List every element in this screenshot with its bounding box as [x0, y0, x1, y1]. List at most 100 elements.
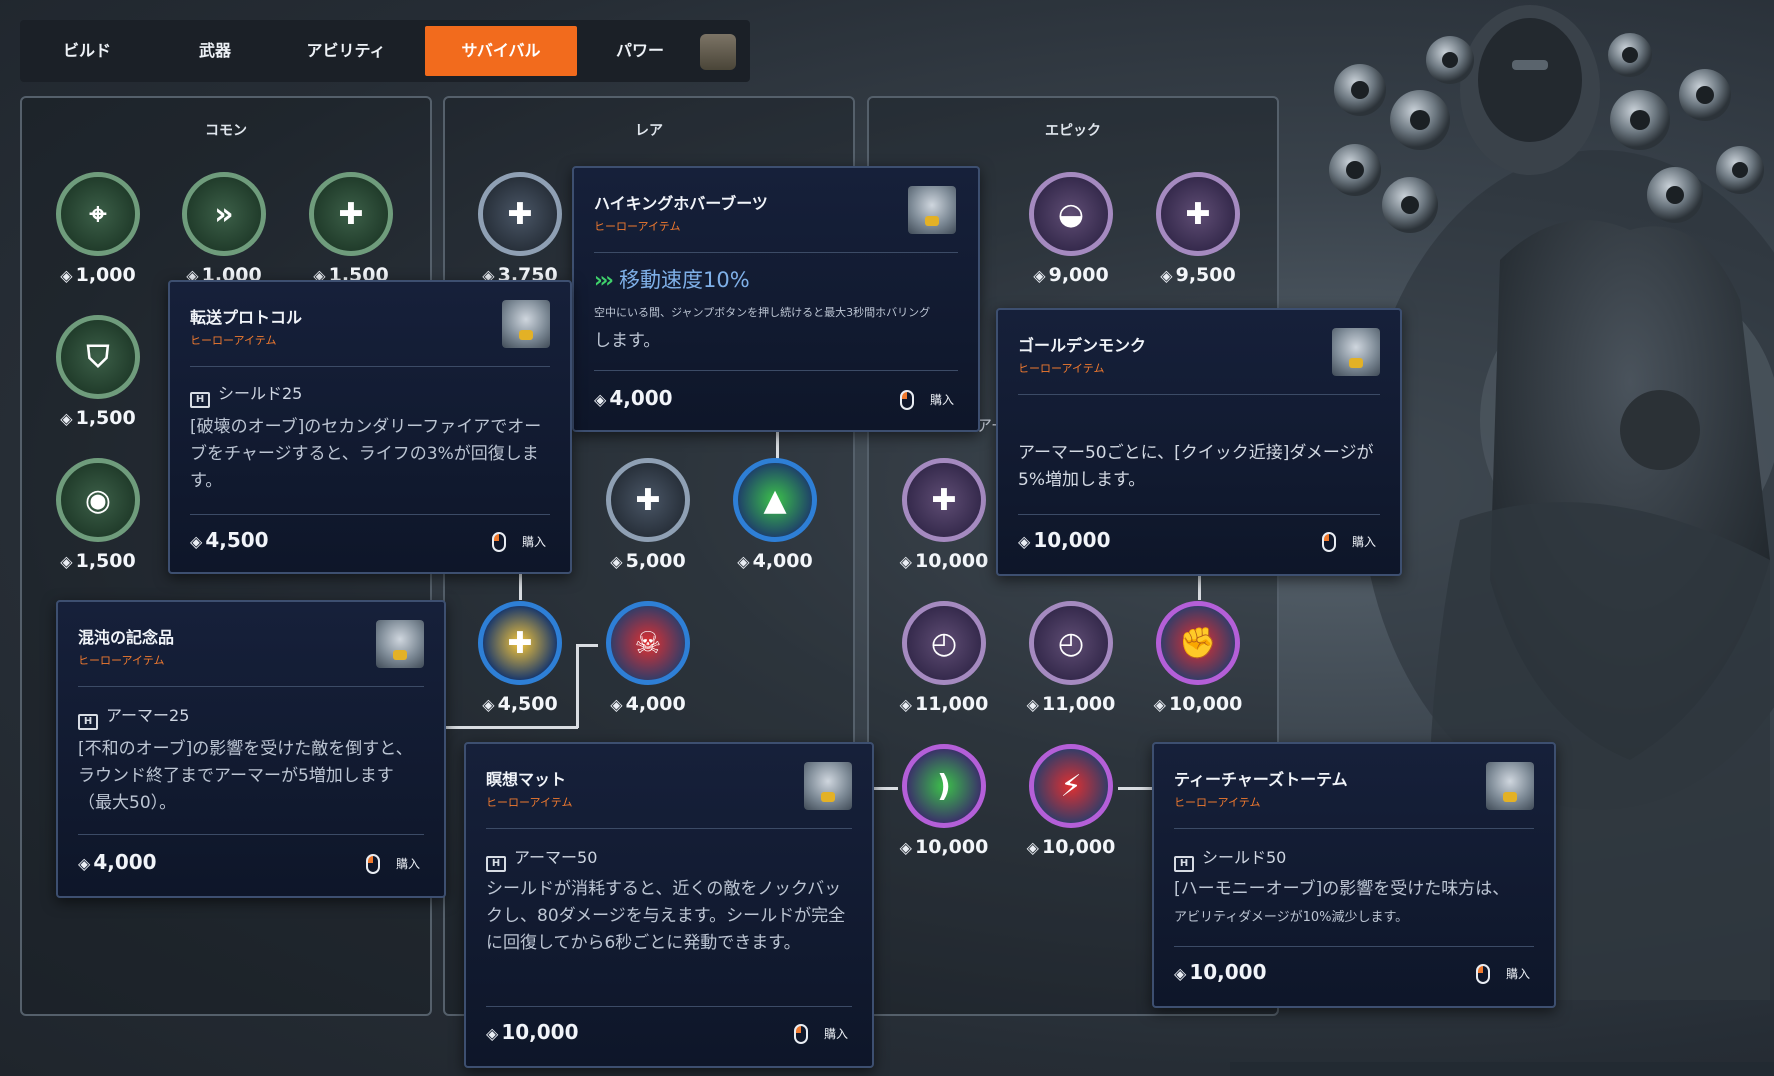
zenyatta-tree-icon: ▲ — [733, 458, 817, 542]
divider — [78, 686, 424, 687]
movement-speed-icon: ››› — [594, 268, 614, 292]
tab-weapon[interactable]: 武器 — [160, 26, 270, 76]
item-description: アーマー50ごとに、[クイック近接]ダメージが5%増加します。 — [1018, 443, 1374, 491]
gem-icon: ◈ — [899, 695, 912, 714]
shield-icon: ⛉ — [56, 315, 140, 399]
hero-portrait-icon — [908, 186, 956, 234]
column-title-epic: エピック — [1045, 123, 1101, 139]
buy-button[interactable]: 購入 — [793, 1024, 848, 1044]
gem-icon: ◈ — [594, 390, 607, 409]
tooltip-hiking-hover-boots[interactable]: ハイキングホバーブーツ ヒーローアイテム ››› 移動速度10% 空中にいる間、ジ… — [572, 166, 980, 432]
triple-shield-icon: ✚ — [606, 458, 690, 542]
item-slot-rare-1[interactable]: ✚ ◈ 3,750 — [474, 172, 566, 292]
item-name: ゴールデンモンク — [1018, 336, 1147, 355]
item-slot-epic-7[interactable]: ) ◈ 10,000 — [898, 744, 990, 864]
divider — [594, 370, 958, 371]
tab-power[interactable]: パワー — [588, 26, 692, 76]
heal-speed-icon: ✚ — [309, 172, 393, 256]
gem-icon: ◈ — [610, 552, 623, 571]
armor-stat-icon: H — [486, 856, 506, 872]
zenyatta-slash-icon: ⚡ — [1029, 744, 1113, 828]
gem-icon: ◈ — [1153, 695, 1166, 714]
item-cost: ◈ 4,500 — [190, 528, 269, 552]
timer-slash-icon: ◴ — [1029, 601, 1113, 685]
gem-icon: ◈ — [1026, 695, 1039, 714]
hero-portrait-icon — [1332, 328, 1380, 376]
item-price: ◈ 9,000 — [1033, 264, 1109, 286]
item-cost: ◈ 10,000 — [1174, 960, 1267, 984]
item-slot-epic-6[interactable]: ✊ ◈ 10,000 — [1152, 601, 1244, 721]
buy-button[interactable]: 購入 — [899, 390, 954, 410]
tooltip-teachers-totem[interactable]: ティーチャーズトーテム ヒーローアイテム H シールド50 [ハーモニーオーブ]の… — [1152, 742, 1556, 1008]
item-price: ◈ 4,500 — [482, 693, 558, 715]
item-slot-common-5[interactable]: ◉ ◈ 1,500 — [52, 458, 144, 578]
divider — [1018, 514, 1380, 515]
shield-stat-icon: H — [190, 392, 210, 408]
connector-line — [442, 726, 578, 729]
tooltip-transfer-protocol[interactable]: 転送プロトコル ヒーローアイテム H シールド25 [破壊のオーブ]のセカンダリー… — [168, 280, 572, 574]
tab-survival[interactable]: サバイバル — [425, 26, 577, 76]
item-slot-rare-5[interactable]: ☠ ◈ 4,000 — [602, 601, 694, 721]
mouse-left-click-icon — [793, 1024, 808, 1044]
column-title-common: コモン — [205, 123, 247, 139]
buy-button[interactable]: 購入 — [365, 854, 420, 874]
item-stat: H アーマー50 — [486, 844, 597, 872]
item-type: ヒーローアイテム — [78, 654, 165, 667]
item-slot-common-3[interactable]: ✚ ◈ 1,500 — [305, 172, 397, 292]
hero-portrait-icon — [1486, 762, 1534, 810]
divider — [1174, 946, 1534, 947]
buy-button[interactable]: 購入 — [1475, 964, 1530, 984]
item-slot-common-2[interactable]: » ◈ 1,000 — [178, 172, 270, 292]
connector-line — [1118, 787, 1154, 790]
item-slot-rare-2[interactable]: ✚ ◈ 5,000 — [602, 458, 694, 578]
gem-icon: ◈ — [610, 695, 623, 714]
connector-line — [578, 644, 598, 647]
item-slot-common-4[interactable]: ⛉ ◈ 1,500 — [52, 315, 144, 435]
item-stat: H アーマー25 — [78, 702, 189, 730]
item-name: ハイキングホバーブーツ — [594, 194, 768, 213]
heal-cycle-icon: ✚ — [478, 172, 562, 256]
mouse-left-click-icon — [491, 532, 506, 552]
item-name: 混沌の記念品 — [78, 628, 175, 647]
category-tab-bar: ビルド 武器 アビリティ サバイバル パワー — [20, 20, 750, 82]
buy-button[interactable]: 購入 — [1321, 532, 1376, 552]
divider — [486, 1006, 852, 1007]
item-slot-epic-5[interactable]: ◴ ◈ 11,000 — [1025, 601, 1117, 721]
gem-icon: ◈ — [60, 266, 73, 285]
item-name: 転送プロトコル — [190, 308, 303, 327]
item-price: ◈ 1,500 — [60, 407, 136, 429]
tooltip-meditation-mat[interactable]: 瞑想マット ヒーローアイテム H アーマー50 シールドが消耗すると、近くの敵をノ… — [464, 742, 874, 1068]
tab-ability[interactable]: アビリティ — [282, 26, 410, 76]
tab-build[interactable]: ビルド — [32, 26, 142, 76]
item-price: ◈ 4,000 — [610, 693, 686, 715]
item-description: [不和のオーブ]の影響を受けた敵を倒すと、ラウンド終了までアーマーが5増加します… — [78, 739, 413, 814]
tooltip-golden-monk[interactable]: ゴールデンモンク ヒーローアイテム アーマー50ごとに、[クイック近接]ダメージ… — [996, 308, 1402, 576]
tooltip-chaos-memento[interactable]: 混沌の記念品 ヒーローアイテム H アーマー25 [不和のオーブ]の影響を受けた敵… — [56, 600, 446, 898]
eye-heal-icon: ◉ — [56, 458, 140, 542]
gem-icon: ◈ — [60, 552, 73, 571]
item-slot-epic-3[interactable]: ✚ ◈ 10,000 — [898, 458, 990, 578]
item-type: ヒーローアイテム — [486, 796, 573, 809]
item-price: ◈ 10,000 — [1153, 693, 1243, 715]
item-price: ◈ 11,000 — [1026, 693, 1116, 715]
teleport-clock-icon: ⌖ — [56, 172, 140, 256]
item-description: [破壊のオーブ]のセカンダリーファイアでオーブをチャージすると、ライフの3%が回… — [190, 417, 542, 492]
connector-line — [576, 644, 579, 728]
item-slot-rare-3[interactable]: ▲ ◈ 4,000 — [729, 458, 821, 578]
item-slot-epic-2[interactable]: ✚ ◈ 9,500 — [1152, 172, 1244, 292]
zenyatta-sound-icon: ) — [902, 744, 986, 828]
item-slot-rare-4[interactable]: ✚ ◈ 4,500 — [474, 601, 566, 721]
gem-icon: ◈ — [486, 1024, 499, 1043]
item-cost: ◈ 4,000 — [78, 850, 157, 874]
divider — [190, 366, 550, 367]
item-cost: ◈ 10,000 — [486, 1020, 579, 1044]
item-slot-epic-1[interactable]: ◒ ◈ 9,000 — [1025, 172, 1117, 292]
zenyatta-skull-icon: ☠ — [606, 601, 690, 685]
item-slot-common-1[interactable]: ⌖ ◈ 1,000 — [52, 172, 144, 292]
item-slot-epic-8[interactable]: ⚡ ◈ 10,000 — [1025, 744, 1117, 864]
buy-button[interactable]: 購入 — [491, 532, 546, 552]
divider — [594, 252, 958, 253]
item-price: ◈ 5,000 — [610, 550, 686, 572]
item-slot-epic-4[interactable]: ◴ ◈ 11,000 — [898, 601, 990, 721]
item-description: 空中にいる間、ジャンプボタンを押し続けると最大3秒間ホバリング — [594, 306, 931, 319]
